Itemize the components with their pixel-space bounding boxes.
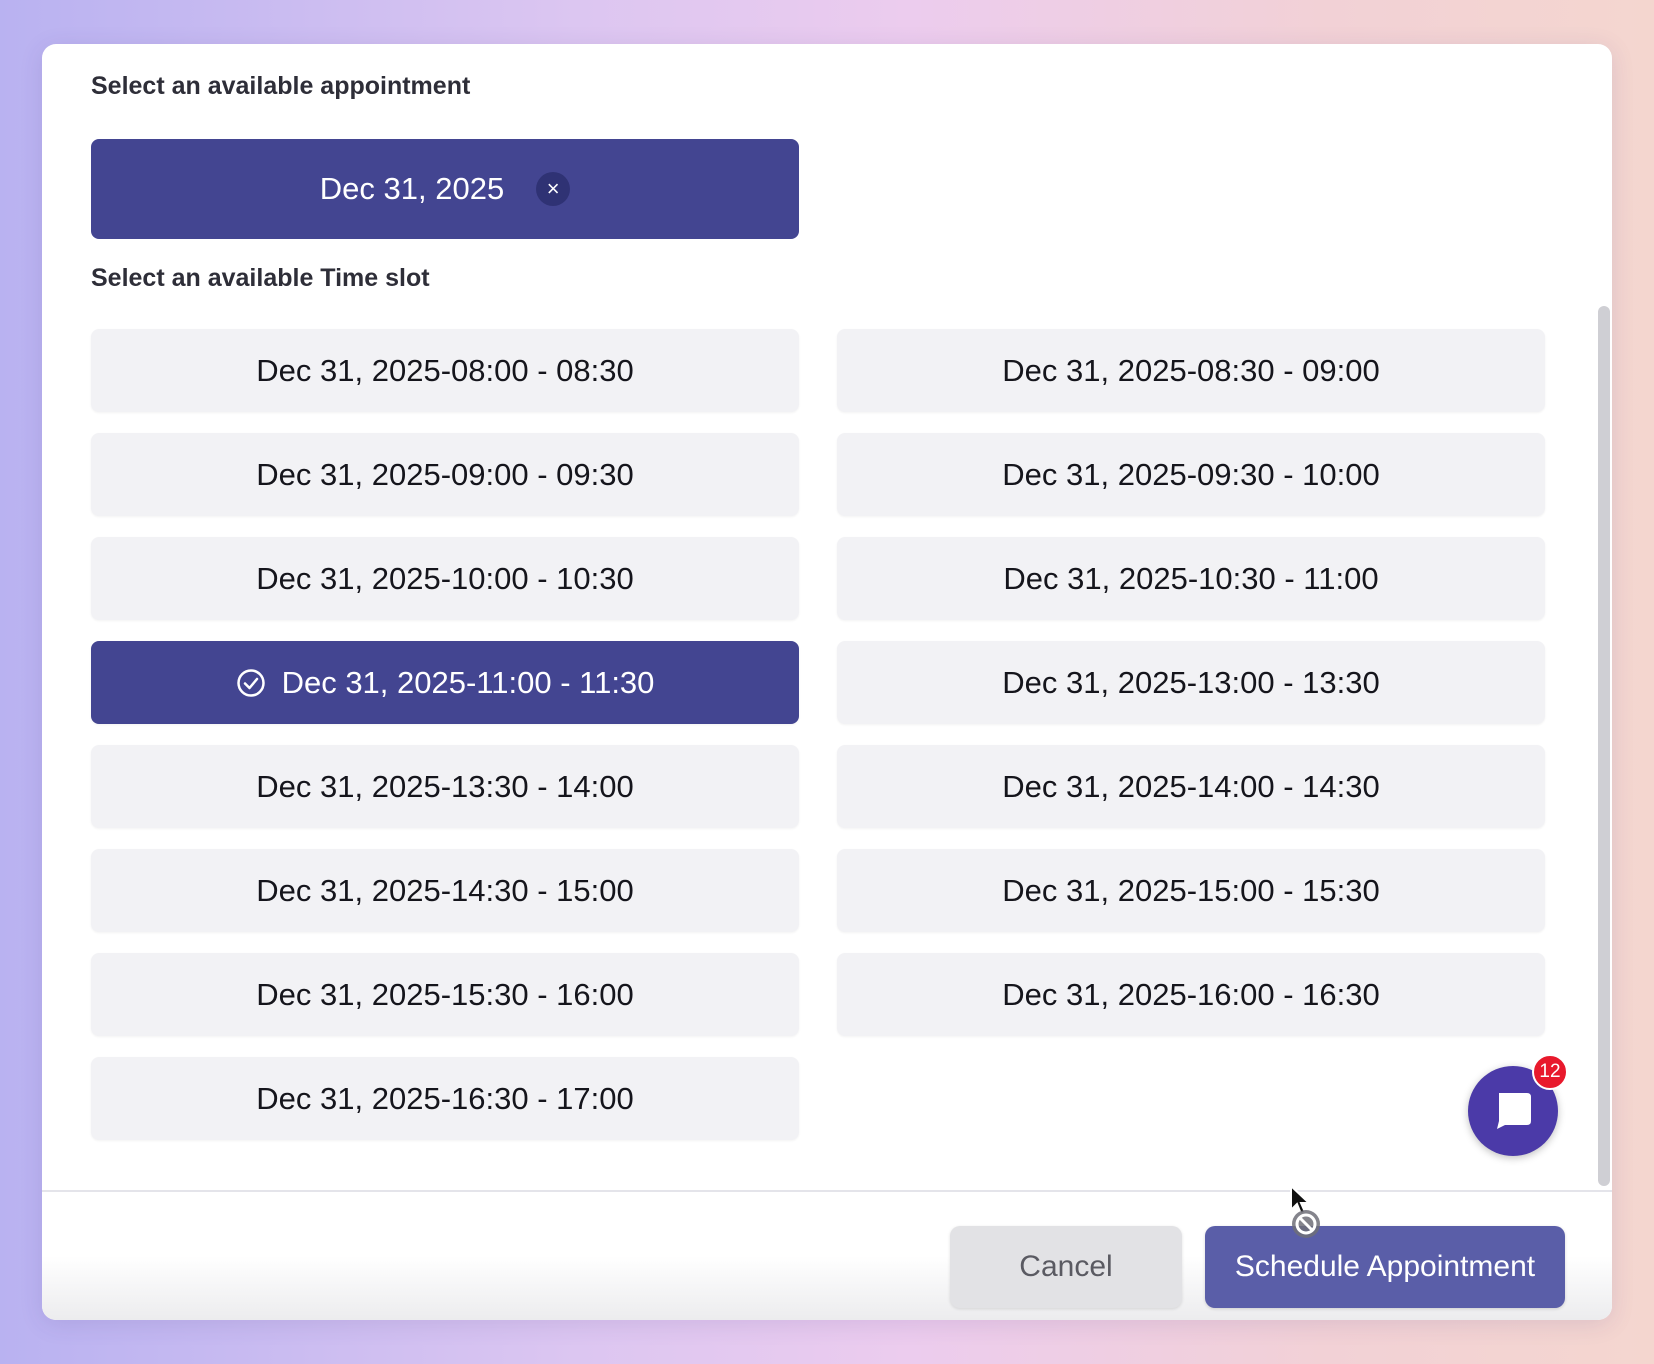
- timeslot-button[interactable]: Dec 31, 2025-14:30 - 15:00: [91, 849, 799, 932]
- close-icon[interactable]: ×: [536, 172, 571, 206]
- timeslot-label: Dec 31, 2025-16:00 - 16:30: [1002, 976, 1380, 1012]
- timeslot-label: Dec 31, 2025-08:00 - 08:30: [256, 352, 634, 388]
- schedule-appointment-button[interactable]: Schedule Appointment: [1205, 1226, 1565, 1308]
- timeslot-label: Dec 31, 2025-15:00 - 15:30: [1002, 872, 1380, 908]
- timeslot-label: Dec 31, 2025-16:30 - 17:00: [256, 1080, 634, 1116]
- timeslot-label: Dec 31, 2025-14:30 - 15:00: [256, 872, 634, 908]
- timeslot-button[interactable]: Dec 31, 2025-10:30 - 11:00: [837, 537, 1545, 620]
- cancel-button[interactable]: Cancel: [950, 1226, 1182, 1308]
- notification-badge: 12: [1532, 1054, 1568, 1090]
- timeslot-label: Dec 31, 2025-09:30 - 10:00: [1002, 456, 1380, 492]
- timeslot-button-selected[interactable]: Dec 31, 2025-11:00 - 11:30: [91, 641, 799, 724]
- timeslot-button[interactable]: Dec 31, 2025-09:30 - 10:00: [837, 433, 1545, 516]
- timeslot-button[interactable]: Dec 31, 2025-08:00 - 08:30: [91, 329, 799, 412]
- timeslot-button[interactable]: Dec 31, 2025-14:00 - 14:30: [837, 745, 1545, 828]
- chat-launcher-button[interactable]: 12: [1468, 1054, 1568, 1156]
- timeslot-button[interactable]: Dec 31, 2025-16:00 - 16:30: [837, 953, 1545, 1036]
- appointment-modal: Select an available appointment Dec 31, …: [42, 44, 1612, 1320]
- appointment-label: Select an available appointment: [91, 72, 471, 100]
- timeslot-label: Dec 31, 2025-14:00 - 14:30: [1002, 768, 1380, 804]
- timeslot-label: Dec 31, 2025-10:00 - 10:30: [256, 560, 634, 596]
- timeslot-button[interactable]: Dec 31, 2025-09:00 - 09:30: [91, 433, 799, 516]
- timeslot-label: Dec 31, 2025-15:30 - 16:00: [256, 976, 634, 1012]
- scrollbar[interactable]: [1598, 306, 1610, 1186]
- selected-date-text: Dec 31, 2025: [319, 171, 505, 206]
- timeslot-button[interactable]: Dec 31, 2025-10:00 - 10:30: [91, 537, 799, 620]
- chat-bubble-icon: [1491, 1087, 1535, 1136]
- timeslot-button[interactable]: Dec 31, 2025-15:30 - 16:00: [91, 953, 799, 1036]
- timeslot-button[interactable]: Dec 31, 2025-13:30 - 14:00: [91, 745, 799, 828]
- timeslot-label: Dec 31, 2025-11:00 - 11:30: [281, 664, 655, 700]
- timeslot-label: Dec 31, 2025-09:00 - 09:30: [256, 456, 634, 492]
- modal-footer: Cancel Schedule Appointment: [42, 1190, 1612, 1320]
- timeslot-button[interactable]: Dec 31, 2025-13:00 - 13:30: [837, 641, 1545, 724]
- check-circle-icon: [236, 668, 266, 698]
- timeslot-label: Dec 31, 2025-13:30 - 14:00: [256, 768, 634, 804]
- selected-date-chip[interactable]: Dec 31, 2025 ×: [91, 139, 799, 239]
- timeslot-label: Dec 31, 2025-13:00 - 13:30: [1002, 664, 1380, 700]
- timeslot-button[interactable]: Dec 31, 2025-08:30 - 09:00: [837, 329, 1545, 412]
- timeslot-label: Select an available Time slot: [91, 264, 430, 292]
- timeslot-label: Dec 31, 2025-10:30 - 11:00: [1003, 560, 1379, 596]
- timeslot-label: Dec 31, 2025-08:30 - 09:00: [1002, 352, 1380, 388]
- timeslot-button[interactable]: Dec 31, 2025-15:00 - 15:30: [837, 849, 1545, 932]
- timeslot-button[interactable]: Dec 31, 2025-16:30 - 17:00: [91, 1057, 799, 1140]
- not-allowed-icon: [1290, 1208, 1322, 1245]
